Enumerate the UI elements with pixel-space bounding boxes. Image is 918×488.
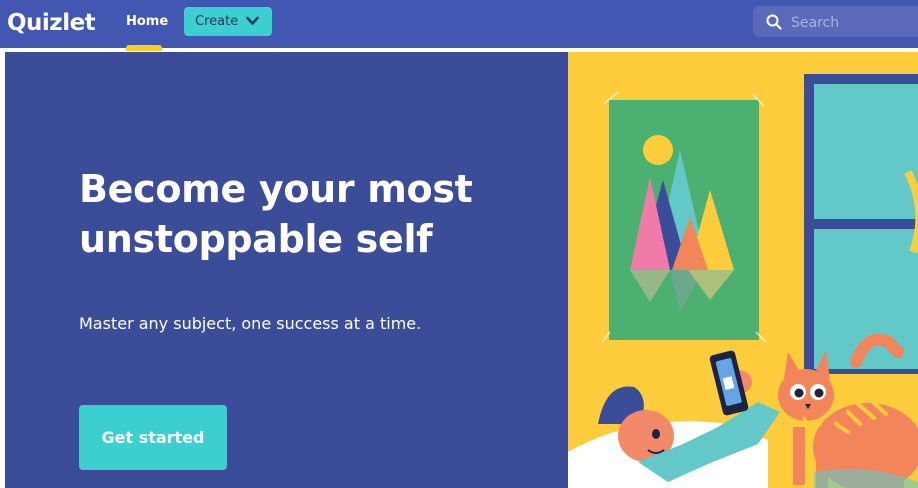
bedroom-illustration [568, 74, 918, 488]
window-pane-top [814, 84, 918, 219]
cat-leg [793, 427, 805, 485]
hero-title-line-1: Become your most [79, 167, 473, 211]
top-navigation-bar: Quizlet Home Create [0, 0, 918, 51]
hero-illustration [568, 52, 918, 488]
hero-title: Become your most unstoppable self [79, 164, 549, 264]
search-box[interactable] [753, 6, 918, 37]
hero-panel: Become your most unstoppable self Master… [5, 52, 568, 488]
search-icon [766, 14, 782, 30]
nav-home-link[interactable]: Home [126, 14, 168, 30]
poster-sun [643, 135, 673, 165]
quizlet-logo[interactable]: Quizlet [7, 9, 96, 37]
create-button-label: Create [195, 14, 239, 29]
active-tab-indicator [126, 45, 162, 51]
get-started-button[interactable]: Get started [79, 405, 227, 470]
chevron-down-icon [246, 16, 259, 25]
search-input[interactable] [789, 10, 918, 35]
create-button[interactable]: Create [184, 7, 272, 36]
hero-title-line-2: unstoppable self [79, 217, 433, 261]
hero-subtitle: Master any subject, one success at a tim… [79, 314, 422, 333]
